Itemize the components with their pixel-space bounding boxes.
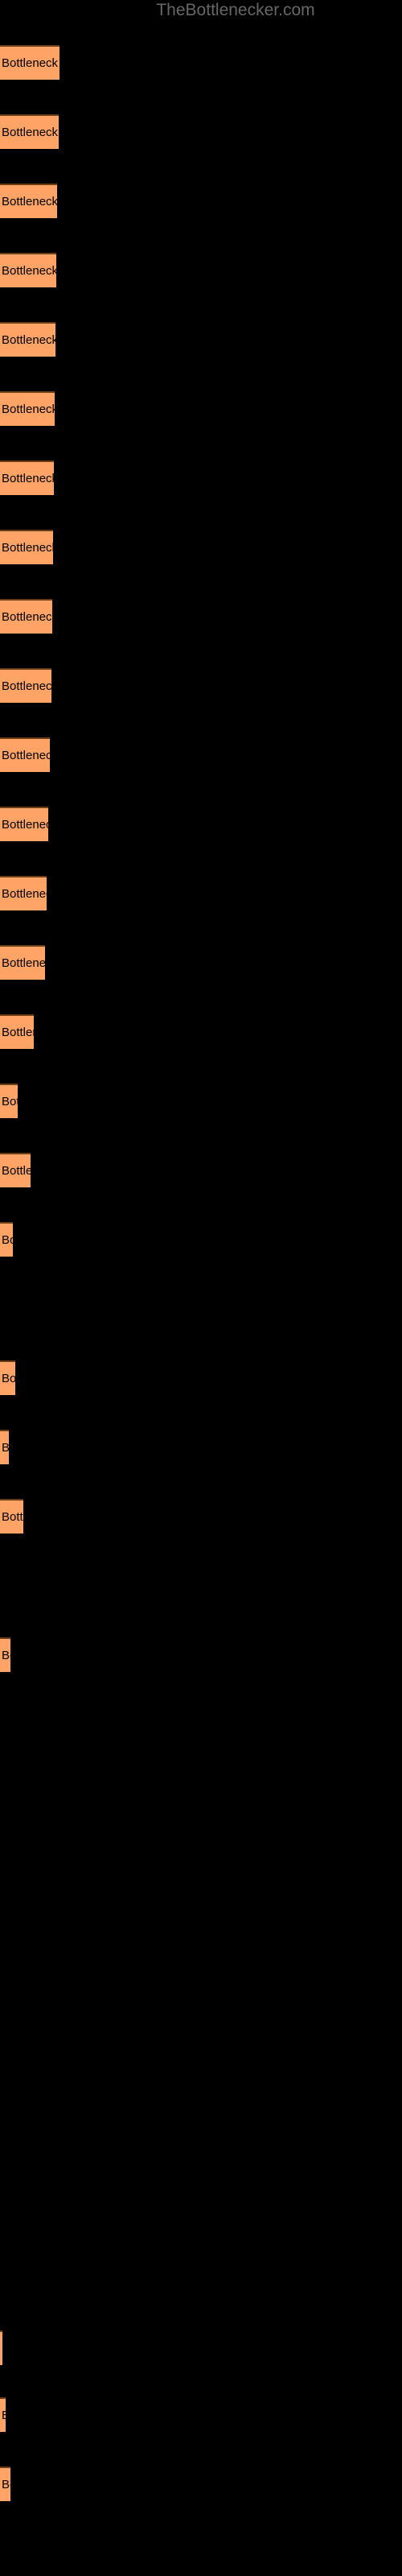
bar[interactable]: Bottleneck result <box>0 184 57 218</box>
bar-label: Bottleneck result <box>2 748 50 762</box>
bar[interactable]: Bottleneck result <box>0 253 56 287</box>
bar-label: Bottleneck result <box>2 2409 6 2423</box>
bar-label: Bottleneck result <box>2 125 59 139</box>
bar-label: Bottleneck result <box>2 956 45 970</box>
bar[interactable]: Bottleneck result <box>0 668 51 703</box>
bar[interactable]: Bottleneck result <box>0 807 48 841</box>
bar-label: Bottleneck result <box>2 1648 10 1662</box>
bar[interactable]: Bottleneck result <box>0 1499 23 1534</box>
bar-label: Bottleneck result <box>2 609 52 624</box>
bottleneck-bar-chart: Bottleneck result Bottleneck result Bottle… <box>0 0 402 2576</box>
bar[interactable]: Bottleneck result <box>0 1360 15 1395</box>
bar[interactable]: Bottleneck result <box>0 2467 10 2501</box>
bar-label: Bottleneck result <box>2 886 47 901</box>
bar-label: Bottleneck result <box>2 263 56 278</box>
bar[interactable]: Bottleneck result <box>0 1153 31 1187</box>
bar-label: Bottleneck result <box>2 817 48 832</box>
bar[interactable]: Bottleneck result <box>0 45 59 80</box>
bar[interactable]: Bottleneck result <box>0 2330 2 2365</box>
bar[interactable]: Bottleneck result <box>0 1637 10 1672</box>
bar[interactable]: Bottleneck result <box>0 322 55 357</box>
bar[interactable]: Bottleneck result <box>0 599 52 634</box>
bar-label: Bottleneck result <box>2 540 53 555</box>
bar-label: Bottleneck result <box>2 2477 10 2491</box>
bar[interactable]: Bottleneck result <box>0 1222 13 1257</box>
bar[interactable]: Bottleneck result <box>0 945 45 980</box>
bar-label: Bottleneck result <box>2 1163 31 1178</box>
bar[interactable]: Bottleneck result <box>0 876 47 910</box>
bar-label: Bottleneck result <box>2 1232 13 1247</box>
bar[interactable]: Bottleneck result <box>0 114 59 149</box>
bar[interactable]: Bottleneck result <box>0 460 54 495</box>
bar-label: Bottleneck result <box>2 1509 23 1524</box>
bar-label: Bottleneck result <box>2 471 54 485</box>
bar-label: Bottleneck result <box>2 1371 15 1385</box>
bar-label: Bottleneck result <box>2 1025 34 1039</box>
bar[interactable]: Bottleneck result <box>0 1084 18 1118</box>
bar-label: Bottleneck result <box>2 56 59 70</box>
bar-label: Bottleneck result <box>2 402 55 416</box>
bar[interactable]: Bottleneck result <box>0 1014 34 1049</box>
bar-label: Bottleneck result <box>2 679 51 693</box>
bar-label: Bottleneck result <box>2 332 55 347</box>
bar-label: Bottleneck result <box>2 1441 9 1455</box>
bar[interactable]: Bottleneck result <box>0 1430 9 1464</box>
bar-label: Bottleneck result <box>2 1094 18 1108</box>
bar[interactable]: Bottleneck result <box>0 737 50 772</box>
bar[interactable]: Bottleneck result <box>0 2397 6 2432</box>
bar-label: Bottleneck result <box>2 194 57 208</box>
bar[interactable]: Bottleneck result <box>0 530 53 564</box>
bar[interactable]: Bottleneck result <box>0 391 55 426</box>
